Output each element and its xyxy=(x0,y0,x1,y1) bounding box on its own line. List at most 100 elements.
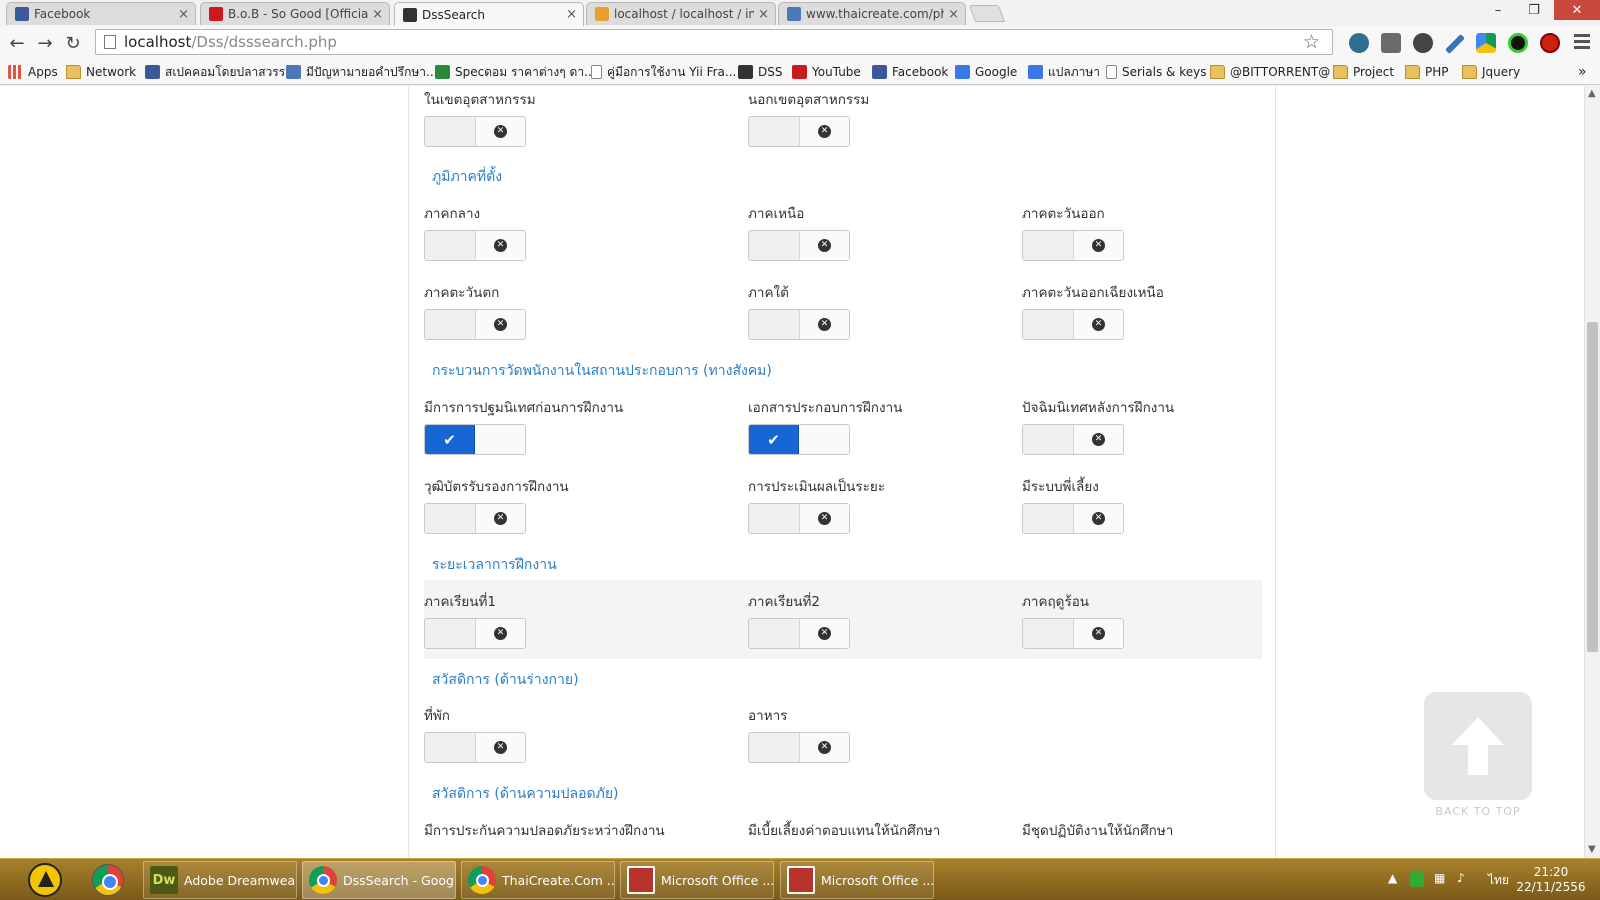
bookmark-10[interactable]: แปลภาษา xyxy=(1028,63,1100,81)
bookmark-13[interactable]: Project xyxy=(1333,63,1394,81)
bookmark-label: แปลภาษา xyxy=(1048,64,1101,79)
menu-icon[interactable] xyxy=(1574,34,1590,52)
bookmark-2[interactable]: สเปคคอมโดยปลาสวรรค์! xyxy=(145,63,298,81)
close-icon[interactable]: × xyxy=(566,7,577,22)
bookmark-9[interactable]: Google xyxy=(955,63,1017,81)
eyedropper-extension-icon[interactable] xyxy=(1445,34,1465,54)
option-toggle[interactable]: ✕ xyxy=(424,230,526,261)
bookmark-0[interactable]: Apps xyxy=(8,63,58,81)
option-toggle[interactable]: ✕ xyxy=(424,732,526,763)
tray-expand-icon[interactable]: ▲ xyxy=(1388,871,1397,885)
scroll-up-icon[interactable]: ▲ xyxy=(1588,88,1596,99)
bookmark-5[interactable]: คู่มือการใช้งาน Yii Fra... xyxy=(591,63,736,81)
language-indicator[interactable]: ไทย xyxy=(1488,871,1509,890)
youtube-icon xyxy=(792,65,807,79)
address-bar[interactable]: localhost/Dss/dsssearch.php ☆ xyxy=(95,29,1333,55)
option-toggle[interactable]: ✔ xyxy=(424,424,526,455)
scroll-down-icon[interactable]: ▼ xyxy=(1588,844,1596,855)
option-toggle[interactable]: ✕ xyxy=(748,230,850,261)
bookmark-label: Specดอม ราคาต่างๆ ดา... xyxy=(455,64,596,79)
bookmark-11[interactable]: Serials & keys xyxy=(1106,63,1206,81)
bookmark-15[interactable]: Jquery xyxy=(1462,63,1520,81)
drive-extension-icon[interactable] xyxy=(1476,33,1496,53)
close-icon[interactable]: × xyxy=(758,7,769,22)
option-toggle[interactable]: ✕ xyxy=(748,116,850,147)
option-toggle[interactable]: ✕ xyxy=(424,116,526,147)
close-icon: ✕ xyxy=(494,318,507,331)
option-label: การประเมินผลเป็นระยะ xyxy=(748,479,886,495)
globe-extension-icon[interactable] xyxy=(1349,33,1369,53)
taskbar-app-4[interactable]: Microsoft Office ... xyxy=(780,861,934,899)
bookmark-7[interactable]: YouTube xyxy=(792,63,861,81)
tab-1[interactable]: B.o.B - So Good [Official V× xyxy=(200,2,390,25)
option-toggle[interactable]: ✕ xyxy=(748,503,850,534)
page-scrollbar[interactable]: ▲ ▼ xyxy=(1584,86,1600,858)
option-label: ภาคใต้ xyxy=(748,285,789,301)
bookmarks-more-button[interactable]: » xyxy=(1578,63,1587,81)
option-label: ภาคฤดูร้อน xyxy=(1022,594,1090,610)
start-button[interactable] xyxy=(28,863,62,897)
bookmark-label: Jquery xyxy=(1482,65,1521,79)
back-arrow-icon[interactable]: ← xyxy=(6,32,28,54)
bookmark-8[interactable]: Facebook xyxy=(872,63,948,81)
close-icon: ✕ xyxy=(818,741,831,754)
bookmark-3[interactable]: มีปัญหามายอคำปรึกษา... xyxy=(286,63,437,81)
section-heading: ระยะเวลาการฝึกงาน xyxy=(432,557,557,573)
new-tab-button[interactable] xyxy=(968,5,1006,22)
clock-time: 21:20 xyxy=(1533,865,1569,879)
system-clock[interactable]: 21:20 22/11/2556 xyxy=(1516,865,1586,895)
option-toggle[interactable]: ✕ xyxy=(424,309,526,340)
chrome-pinned-icon[interactable] xyxy=(92,864,124,896)
bookmark-12[interactable]: @BITTORRENT@ xyxy=(1210,63,1330,81)
translate-icon xyxy=(1028,65,1043,79)
option-toggle[interactable]: ✕ xyxy=(748,618,850,649)
apps-icon xyxy=(8,65,23,79)
phpmyadmin-icon xyxy=(595,7,609,21)
taskbar-app-1[interactable]: DssSearch - Goog... xyxy=(302,861,456,899)
utorrent-tray-icon[interactable] xyxy=(1410,871,1424,887)
taskbar-app-3[interactable]: Microsoft Office ... xyxy=(620,861,774,899)
tab-4[interactable]: www.thaicreate.com/php/ × xyxy=(778,2,966,25)
adblock-extension-icon[interactable] xyxy=(1540,33,1560,53)
gear-icon[interactable] xyxy=(1413,33,1433,53)
network-tray-icon[interactable]: ▦ xyxy=(1434,871,1445,885)
taskbar-app-2[interactable]: ThaiCreate.Com ... xyxy=(461,861,615,899)
maximize-button[interactable]: ❐ xyxy=(1514,0,1554,20)
folder-icon xyxy=(1462,65,1477,79)
back-to-top-button[interactable] xyxy=(1424,692,1532,800)
tab-0[interactable]: Facebook × xyxy=(6,2,196,25)
volume-tray-icon[interactable]: ♪ xyxy=(1457,871,1465,885)
close-icon[interactable]: × xyxy=(948,7,959,22)
reload-icon[interactable]: ↻ xyxy=(62,32,84,54)
option-toggle[interactable]: ✕ xyxy=(1022,230,1124,261)
option-toggle[interactable]: ✕ xyxy=(748,732,850,763)
close-icon: ✕ xyxy=(494,741,507,754)
option-toggle[interactable]: ✕ xyxy=(1022,503,1124,534)
forward-arrow-icon[interactable]: → xyxy=(34,32,56,54)
option-toggle[interactable]: ✔ xyxy=(748,424,850,455)
folder-icon xyxy=(1210,65,1225,79)
minimize-button[interactable]: – xyxy=(1478,0,1518,20)
bookmark-label: Project xyxy=(1353,65,1395,79)
option-toggle[interactable]: ✕ xyxy=(1022,424,1124,455)
close-icon[interactable]: × xyxy=(178,7,189,22)
bookmark-6[interactable]: DSS xyxy=(738,63,782,81)
tab-3[interactable]: localhost / localhost / inte × xyxy=(586,2,776,25)
option-toggle[interactable]: ✕ xyxy=(1022,618,1124,649)
option-toggle[interactable]: ✕ xyxy=(748,309,850,340)
bookmark-1[interactable]: Network xyxy=(66,63,136,81)
tools-extension-icon[interactable] xyxy=(1381,33,1401,53)
option-toggle[interactable]: ✕ xyxy=(1022,309,1124,340)
tab-2[interactable]: DssSearch × xyxy=(394,2,584,26)
option-toggle[interactable]: ✕ xyxy=(424,618,526,649)
bookmark-4[interactable]: Specดอม ราคาต่างๆ ดา... xyxy=(435,63,596,81)
scroll-thumb[interactable] xyxy=(1587,322,1598,652)
taskbar-app-0[interactable]: Dw Adobe Dreamwea... xyxy=(143,861,297,899)
close-window-button[interactable]: ✕ xyxy=(1554,0,1600,20)
color-extension-icon[interactable] xyxy=(1508,33,1528,53)
option-toggle[interactable]: ✕ xyxy=(424,503,526,534)
close-icon[interactable]: × xyxy=(372,7,383,22)
bookmark-label: Google xyxy=(975,65,1018,79)
bookmark-14[interactable]: PHP xyxy=(1405,63,1449,81)
bookmark-star-icon[interactable]: ☆ xyxy=(1303,31,1320,53)
